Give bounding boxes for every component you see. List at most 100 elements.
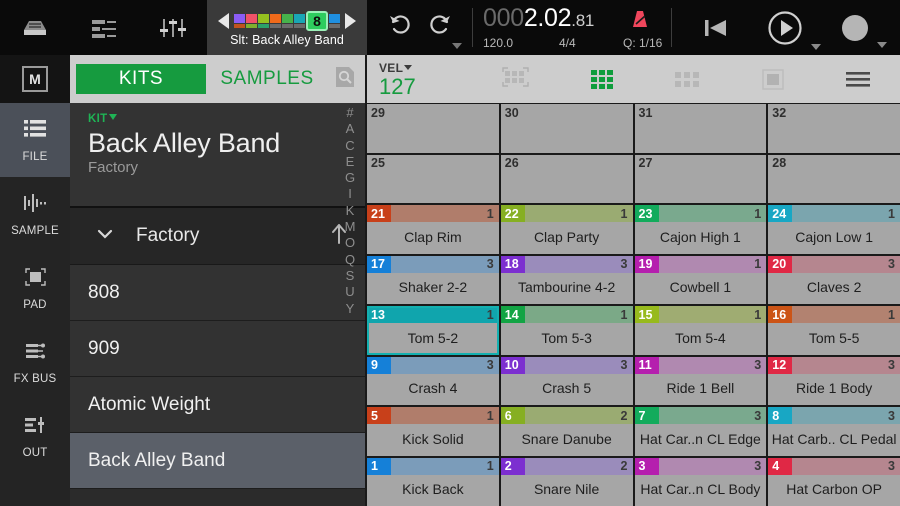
list-item[interactable]: Atomic Weight	[70, 377, 365, 433]
slot-chip[interactable]	[282, 14, 293, 28]
slot-chip[interactable]	[246, 14, 257, 28]
pad-layer-count: 1	[486, 206, 494, 221]
slot-selected-chip[interactable]: 8	[306, 11, 328, 31]
waveform-icon	[21, 191, 49, 220]
pad[interactable]: 10 3 Crash 5	[500, 356, 633, 405]
pad[interactable]: 2 2 Snare Nile	[500, 457, 633, 506]
pad[interactable]: 17 3 Shaker 2-2	[367, 255, 499, 304]
pad[interactable]: 30	[500, 104, 633, 153]
pad-grid[interactable]: 29 30 31 32 25 26 27 28 21 1 Clap Rim 22 1 Clap Party…	[365, 103, 900, 506]
arrow-up-icon[interactable]	[329, 222, 349, 251]
pad-layer-count: 1	[620, 307, 628, 322]
slot-chip[interactable]	[329, 14, 340, 28]
browser-tray-icon[interactable]	[0, 0, 69, 55]
slot-selector[interactable]: 8 Slt: Back Alley Band	[207, 0, 367, 55]
pad[interactable]: 27	[634, 154, 767, 203]
redo-icon[interactable]	[427, 12, 453, 43]
pad-number: 22	[500, 205, 525, 222]
slot-color-chips[interactable]: 8	[234, 11, 340, 31]
slot-chip[interactable]	[258, 14, 269, 28]
chevron-down-icon[interactable]	[404, 64, 413, 70]
pad-number: 23	[634, 205, 659, 222]
pad[interactable]: 14 1 Tom 5-3	[500, 306, 633, 355]
list-item[interactable]: Back Alley Band	[70, 433, 365, 489]
pad[interactable]: 5 1 Kick Solid	[367, 407, 499, 456]
grid-3x2-icon[interactable]	[646, 64, 731, 94]
slot-next-button[interactable]	[345, 13, 356, 29]
pad[interactable]: 7 3 Hat Car..n CL Edge	[634, 407, 767, 456]
undo-icon[interactable]	[387, 12, 413, 43]
pad[interactable]: 6 2 Snare Danube	[500, 407, 633, 456]
pad[interactable]: 18 3 Tambourine 4-2	[500, 255, 633, 304]
pad-number: 14	[500, 306, 525, 323]
quantize-value[interactable]: Q: 1/16	[623, 36, 662, 50]
slot-chip[interactable]	[294, 14, 305, 28]
kit-info-panel[interactable]: KIT Back Alley Band Factory	[70, 103, 365, 208]
pad-number: 24	[768, 205, 793, 222]
slot-prev-button[interactable]	[218, 13, 229, 29]
slot-chip[interactable]	[234, 14, 245, 28]
pad[interactable]: 31	[634, 104, 767, 153]
pad[interactable]: 4 3 Hat Carbon OP	[768, 457, 900, 506]
pad-sample-name: Tom 5-2	[407, 329, 459, 346]
pad[interactable]: 3 3 Hat Car..n CL Body	[634, 457, 767, 506]
pad[interactable]: 24 1 Cajon Low 1	[768, 205, 900, 254]
pad[interactable]: 12 3 Ride 1 Body	[768, 356, 900, 405]
pad-header: 13 1	[367, 306, 499, 323]
pad-number: 29	[371, 105, 385, 120]
pad[interactable]: 21 1 Clap Rim	[367, 205, 499, 254]
undo-redo-group	[367, 0, 472, 55]
pad-header: 11 3	[634, 356, 767, 374]
pad[interactable]: 13 1 Tom 5-2	[367, 306, 499, 355]
pad[interactable]: 15 1 Tom 5-4	[634, 306, 767, 355]
pad-header: 19 1	[634, 255, 767, 273]
pad[interactable]: 19 1 Cowbell 1	[634, 255, 767, 304]
pad[interactable]: 9 3 Crash 4	[367, 356, 499, 405]
sidebar-item-sample[interactable]: SAMPLE	[0, 177, 70, 251]
list-item[interactable]: 909	[70, 321, 365, 377]
folder-row[interactable]: Factory	[70, 208, 365, 265]
play-options-caret[interactable]	[811, 43, 821, 50]
time-signature[interactable]: 4/4	[559, 36, 623, 50]
tempo-value[interactable]: 120.0	[483, 36, 559, 50]
sidebar-item-pad[interactable]: PAD	[0, 251, 70, 325]
pad[interactable]: 1 1 Kick Back	[367, 457, 499, 506]
search-icon[interactable]	[332, 64, 358, 95]
pad[interactable]: 8 3 Hat Carb.. CL Pedal	[768, 407, 900, 456]
sidebar-item-file[interactable]: FILE	[0, 103, 70, 177]
slot-chip[interactable]	[270, 14, 281, 28]
metronome-icon[interactable]	[632, 10, 648, 33]
pad[interactable]: 32	[768, 104, 900, 153]
play-button[interactable]	[763, 8, 821, 50]
mixer-icon[interactable]	[69, 0, 138, 55]
pad[interactable]: 23 1 Cajon High 1	[634, 205, 767, 254]
main-mode-button[interactable]: M	[0, 55, 70, 103]
pad[interactable]: 20 3 Claves 2	[768, 255, 900, 304]
single-pad-icon[interactable]	[731, 64, 816, 94]
pad[interactable]: 29	[367, 104, 499, 153]
sidebar-item-out[interactable]: OUT	[0, 399, 70, 473]
velocity-control[interactable]: VEL 127	[367, 61, 477, 98]
grid-select-icon[interactable]	[477, 64, 562, 94]
pad[interactable]: 26	[500, 154, 633, 203]
grid-4x4-icon[interactable]	[562, 64, 647, 94]
tab-kits[interactable]: KITS	[76, 64, 206, 94]
pad[interactable]: 11 3 Ride 1 Bell	[634, 356, 767, 405]
pad[interactable]: 28	[768, 154, 900, 203]
undo-history-caret[interactable]	[452, 43, 462, 49]
tab-samples[interactable]: SAMPLES	[206, 64, 328, 94]
sidebar-item-fx-bus[interactable]: FX BUS	[0, 325, 70, 399]
record-options-caret[interactable]	[877, 41, 887, 48]
pad-layer-count: 3	[486, 257, 494, 271]
menu-icon[interactable]	[815, 64, 900, 94]
chevron-down-icon[interactable]	[96, 227, 114, 246]
rewind-to-start-icon[interactable]	[699, 14, 733, 42]
pad[interactable]: 25	[367, 154, 499, 203]
pad[interactable]: 22 1 Clap Party	[500, 205, 633, 254]
faders-icon[interactable]	[138, 0, 207, 55]
kit-list[interactable]: 808 909 Atomic Weight Back Alley Band	[70, 265, 365, 489]
record-button[interactable]	[837, 10, 887, 48]
pad[interactable]: 16 1 Tom 5-5	[768, 306, 900, 355]
list-item[interactable]: 808	[70, 265, 365, 321]
chevron-down-icon[interactable]	[109, 114, 118, 120]
